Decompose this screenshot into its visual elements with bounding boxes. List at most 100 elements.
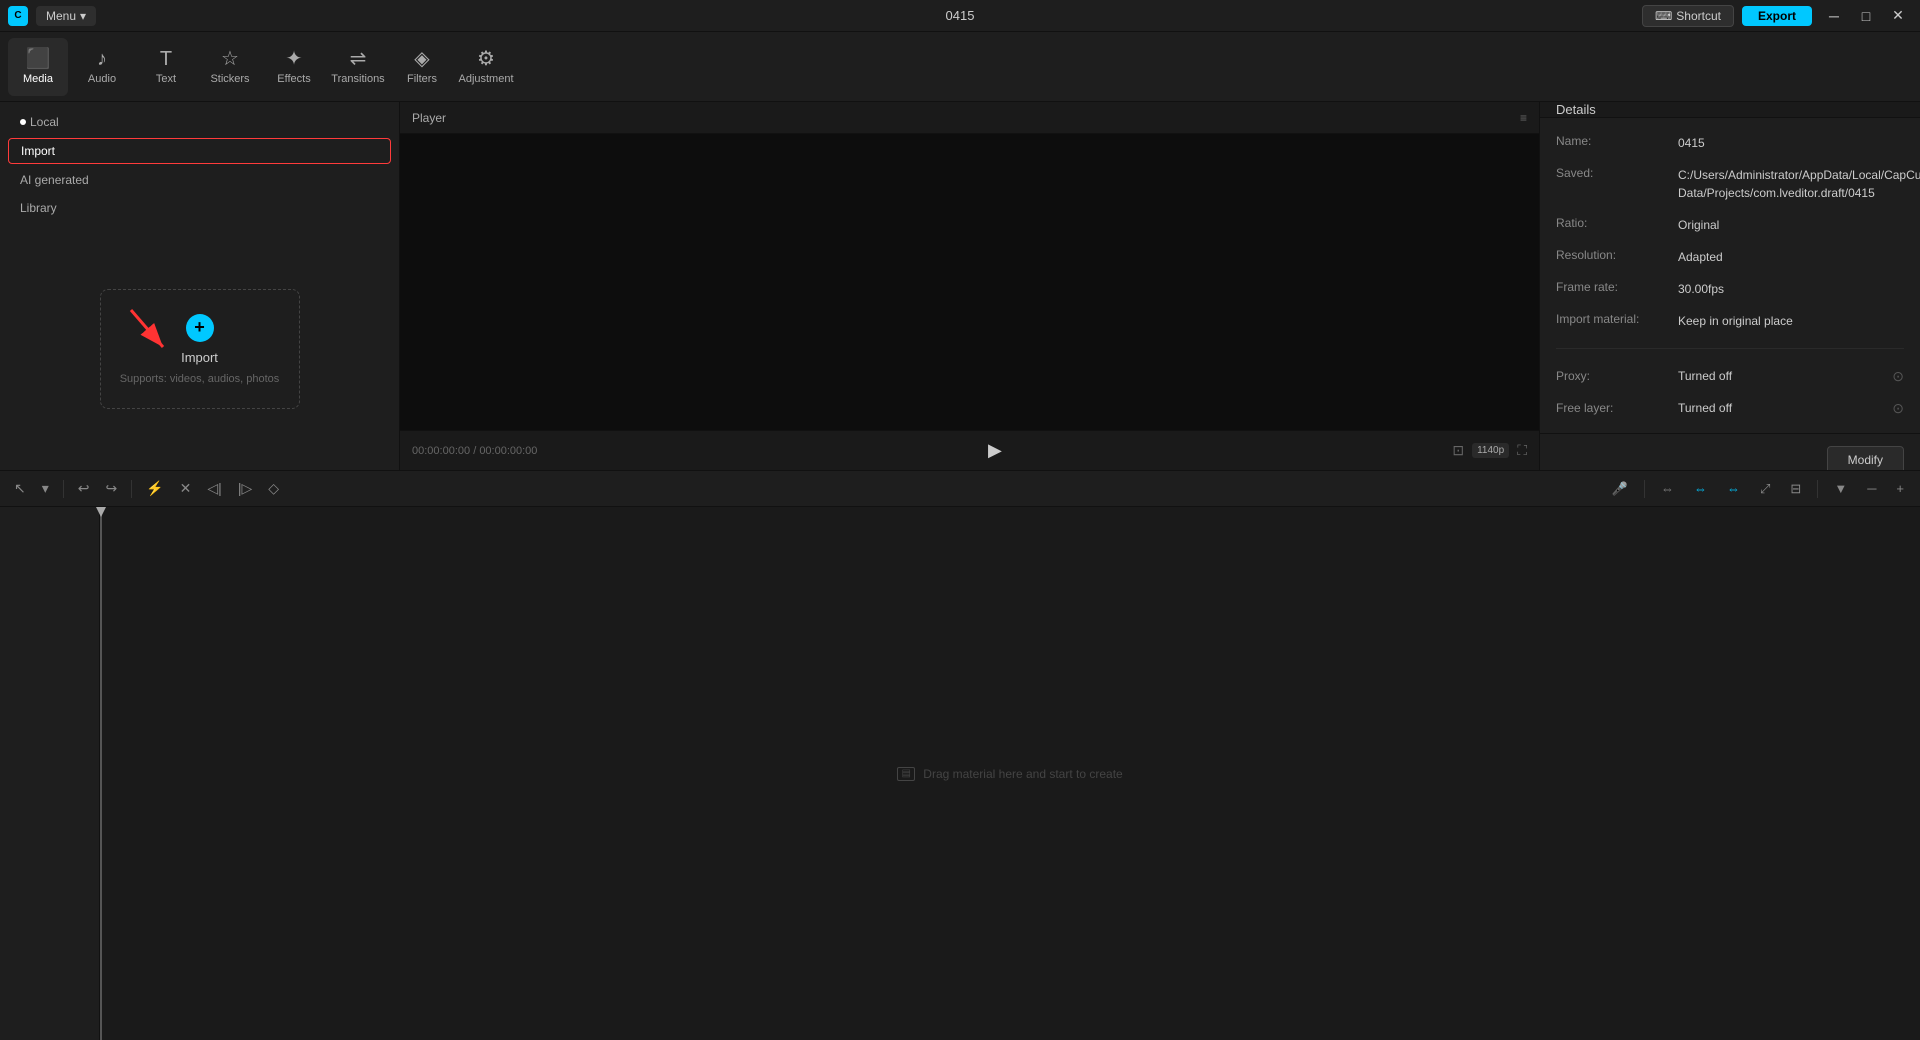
detail-value-saved: C:/Users/Administrator/AppData/Local/Cap… <box>1678 166 1920 202</box>
trim-left-button[interactable]: ◁| <box>201 476 227 501</box>
details-header: Details <box>1540 102 1920 118</box>
play-button[interactable]: ▶ <box>988 440 1002 461</box>
title-bar-right: ⌨ Shortcut Export ─ □ ✕ <box>1642 5 1912 27</box>
export-label: Export <box>1758 9 1796 23</box>
toolbar-item-audio[interactable]: ♪ Audio <box>72 38 132 96</box>
trim-right-button[interactable]: |▷ <box>232 476 258 501</box>
fit-icon[interactable]: ⊡ <box>1452 442 1464 459</box>
shortcut-button[interactable]: ⌨ Shortcut <box>1642 5 1734 27</box>
main-area: Local Import AI generated Library <box>0 102 1920 470</box>
sidebar-item-label-ai: AI generated <box>20 173 89 187</box>
toolbar-item-media[interactable]: ⬛ Media <box>8 38 68 96</box>
toolbar-separator-2 <box>131 480 132 498</box>
toolbar-item-label-transitions: Transitions <box>331 73 384 85</box>
restore-button[interactable]: □ <box>1852 5 1880 27</box>
import-drop-zone[interactable]: + Import Supports: videos, audios, photo… <box>100 289 300 409</box>
export-button[interactable]: Export <box>1742 6 1812 26</box>
split-button[interactable]: ⚡ <box>140 476 169 501</box>
tool-dropdown-button[interactable]: ▾ <box>36 476 55 501</box>
detail-row-import-material: Import material: Keep in original place <box>1556 312 1904 330</box>
proxy-toggle-icon[interactable]: ⊙ <box>1892 368 1904 385</box>
keyboard-icon: ⌨ <box>1655 9 1672 23</box>
sidebar-item-import[interactable]: Import <box>8 138 391 164</box>
toolbar-item-label-adjustment: Adjustment <box>458 73 513 85</box>
time-display: 00:00:00:00 / 00:00:00:00 <box>412 445 537 457</box>
title-bar: C Menu ▾ 0415 ⌨ Shortcut Export ─ □ ✕ <box>0 0 1920 32</box>
detail-value-framerate: 30.00fps <box>1678 280 1904 298</box>
detail-label-free-layer: Free layer: <box>1556 401 1666 415</box>
close-button[interactable]: ✕ <box>1884 5 1912 27</box>
captions-button[interactable]: ⊟ <box>1782 477 1809 501</box>
detail-label-ratio: Ratio: <box>1556 216 1666 230</box>
drop-zone-text: Drag material here and start to create <box>923 767 1122 781</box>
detail-row-name: Name: 0415 <box>1556 134 1904 152</box>
player-right-buttons: ⊡ 1140p ⛶ <box>1452 442 1527 459</box>
free-layer-toggle-icon[interactable]: ⊙ <box>1892 400 1904 417</box>
detail-row-ratio: Ratio: Original <box>1556 216 1904 234</box>
add-marker-button[interactable]: ◇ <box>262 476 285 501</box>
mic-button[interactable]: 🎤 <box>1604 477 1636 501</box>
detail-value-proxy: Turned off <box>1678 367 1880 385</box>
zoom-out-button[interactable]: ─ <box>1859 477 1884 500</box>
sidebar-item-local[interactable]: Local <box>8 110 391 134</box>
sidebar-item-label-local: Local <box>30 115 59 129</box>
player-panel: Player ≡ 00:00:00:00 / 00:00:00:00 ▶ ⊡ 1… <box>400 102 1540 470</box>
toolbar-item-adjustment[interactable]: ⚙ Adjustment <box>456 38 516 96</box>
volume-button[interactable]: ▼ <box>1826 477 1855 500</box>
modify-button[interactable]: Modify <box>1827 446 1904 470</box>
sidebar-item-ai-generated[interactable]: AI generated <box>8 168 391 192</box>
detail-row-free-layer: Free layer: Turned off ⊙ <box>1556 399 1904 417</box>
timeline-tracks-header <box>0 507 100 1040</box>
toolbar-separator-3 <box>1644 480 1645 498</box>
stickers-icon: ☆ <box>221 49 239 69</box>
detail-value-name: 0415 <box>1678 134 1904 152</box>
left-panel: Local Import AI generated Library <box>0 102 400 470</box>
local-dot-icon <box>20 119 26 125</box>
redo-button[interactable]: ↪ <box>100 476 124 501</box>
detail-label-name: Name: <box>1556 134 1666 148</box>
shortcut-label: Shortcut <box>1676 9 1721 23</box>
toolbar-separator-1 <box>63 480 64 498</box>
text-icon: T <box>160 49 172 69</box>
logo-icon: C <box>8 6 28 26</box>
timeline-area: ▤ Drag material here and start to create <box>0 507 1920 1040</box>
sidebar-item-library[interactable]: Library <box>8 196 391 220</box>
filters-icon: ◈ <box>414 49 429 69</box>
snap-button[interactable]: ⤢ <box>1752 477 1778 501</box>
toolbar-item-label-stickers: Stickers <box>210 73 249 85</box>
player-header: Player ≡ <box>400 102 1539 134</box>
select-tool-button[interactable]: ↖ <box>8 476 32 501</box>
toolbar-item-transitions[interactable]: ⇌ Transitions <box>328 38 388 96</box>
toolbar-item-text[interactable]: T Text <box>136 38 196 96</box>
toolbar-item-label-effects: Effects <box>277 73 310 85</box>
detail-label-resolution: Resolution: <box>1556 248 1666 262</box>
detail-label-proxy: Proxy: <box>1556 369 1666 383</box>
link-audio-button[interactable]: ⇔ <box>1686 477 1715 500</box>
fullscreen-icon[interactable]: ⛶ <box>1517 442 1527 459</box>
transitions-icon: ⇌ <box>350 49 367 69</box>
toolbar-item-filters[interactable]: ◈ Filters <box>392 38 452 96</box>
zoom-in-button[interactable]: + <box>1888 477 1912 500</box>
detail-value-resolution: Adapted <box>1678 248 1904 266</box>
red-arrow-icon <box>121 305 181 365</box>
sidebar-item-label-import: Import <box>21 144 55 158</box>
detail-label-framerate: Frame rate: <box>1556 280 1666 294</box>
link-all-button[interactable]: ⇔ <box>1653 477 1682 500</box>
link-video-button[interactable]: ⇔ <box>1719 477 1748 500</box>
toolbar-item-label-text: Text <box>156 73 176 85</box>
app-logo: C <box>8 6 28 26</box>
delete-button[interactable]: ✕ <box>174 476 198 501</box>
toolbar-item-label-audio: Audio <box>88 73 116 85</box>
player-area <box>400 134 1539 430</box>
timeline-toolbar: ↖ ▾ ↩ ↪ ⚡ ✕ ◁| |▷ ◇ 🎤 ⇔ ⇔ ⇔ ⤢ ⊟ ▼ ─ + <box>0 471 1920 507</box>
menu-button[interactable]: Menu ▾ <box>36 6 96 26</box>
timeline-right-tools: 🎤 ⇔ ⇔ ⇔ ⤢ ⊟ ▼ ─ + <box>1604 477 1912 501</box>
toolbar-item-stickers[interactable]: ☆ Stickers <box>200 38 260 96</box>
resolution-badge: 1140p <box>1472 443 1509 458</box>
toolbar-item-effects[interactable]: ✦ Effects <box>264 38 324 96</box>
detail-row-framerate: Frame rate: 30.00fps <box>1556 280 1904 298</box>
minimize-button[interactable]: ─ <box>1820 5 1848 27</box>
timeline-drop-zone: ▤ Drag material here and start to create <box>100 507 1920 1040</box>
undo-button[interactable]: ↩ <box>72 476 96 501</box>
player-menu-icon: ≡ <box>1520 111 1527 125</box>
